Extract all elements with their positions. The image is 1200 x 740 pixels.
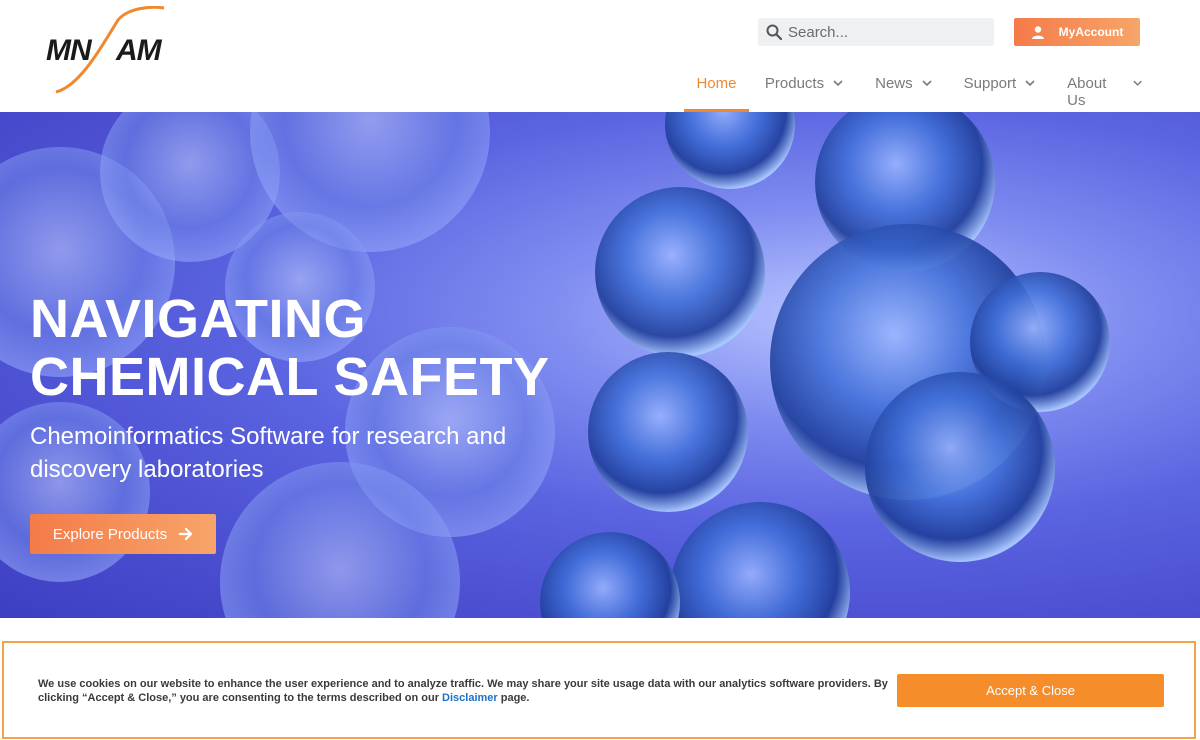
my-account-button[interactable]: MyAccount [1014, 18, 1140, 46]
site-header: MN AM MyAccount Home Products News Suppo… [0, 0, 1200, 112]
disclaimer-link[interactable]: Disclaimer [442, 692, 498, 704]
search-icon [766, 24, 782, 40]
nav-item-news[interactable]: News [875, 66, 932, 112]
nav-item-products[interactable]: Products [765, 66, 843, 112]
main-nav: Home Products News Support About Us [684, 66, 1142, 112]
logo[interactable]: MN AM [40, 6, 170, 96]
accept-close-button[interactable]: Accept & Close [897, 674, 1164, 707]
hero-title-line-2: CHEMICAL SAFETY [30, 347, 550, 407]
explore-products-button[interactable]: Explore Products [30, 514, 216, 554]
cookie-message: We use cookies on our website to enhance… [38, 677, 888, 705]
svg-text:AM: AM [115, 34, 163, 67]
chevron-down-icon [1025, 80, 1035, 87]
my-account-label: MyAccount [1058, 25, 1124, 39]
chevron-down-icon [922, 80, 932, 87]
user-icon [1031, 25, 1045, 39]
hero-title: NAVIGATING CHEMICAL SAFETY [30, 290, 650, 406]
chevron-down-icon [1133, 80, 1142, 86]
cookie-text-after-link: page. [497, 692, 530, 704]
search-box[interactable] [758, 18, 994, 46]
nav-item-about-us[interactable]: About Us [1067, 66, 1142, 112]
hero-title-line-1: NAVIGATING [30, 289, 366, 349]
nav-item-label: Support [963, 75, 1017, 92]
nav-item-label: News [875, 75, 913, 92]
search-input[interactable] [788, 23, 988, 41]
hero-banner: NAVIGATING CHEMICAL SAFETY Chemoinformat… [0, 112, 1200, 618]
arrow-right-icon [179, 527, 193, 541]
svg-text:MN: MN [46, 34, 93, 67]
nav-item-support[interactable]: Support [964, 66, 1036, 112]
chevron-down-icon [833, 80, 843, 87]
cookie-consent-banner: We use cookies on our website to enhance… [2, 641, 1196, 739]
nav-item-home[interactable]: Home [684, 66, 749, 112]
hero-subtitle: Chemoinformatics Software for research a… [30, 423, 507, 483]
nav-item-label: About Us [1067, 75, 1107, 109]
nav-item-label: Products [764, 75, 825, 92]
explore-products-label: Explore Products [52, 525, 168, 543]
nav-item-label: Home [696, 75, 737, 92]
mnam-logo-graphic: MN AM [46, 6, 165, 94]
